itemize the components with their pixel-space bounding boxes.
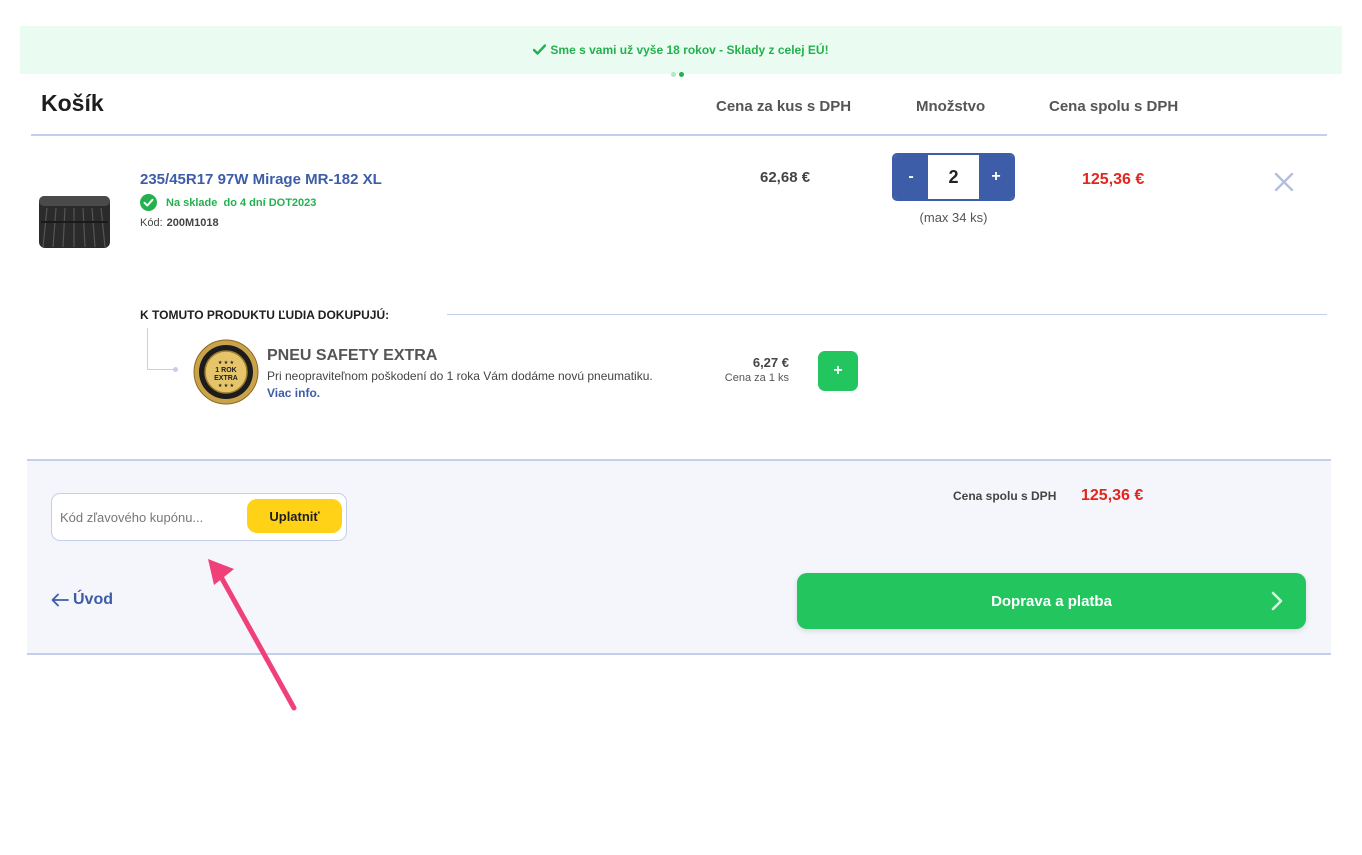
product-code-value: 200M1018 (166, 217, 219, 229)
quantity-decrease-button[interactable]: - (894, 155, 928, 199)
check-icon (533, 44, 547, 55)
column-header-total: Cena spolu s DPH (1049, 98, 1179, 115)
coupon-form: Uplatniť (51, 493, 347, 541)
banner-dot[interactable] (671, 72, 676, 77)
arrow-left-icon (51, 593, 69, 607)
banner-pagination (671, 64, 687, 82)
product-name-link[interactable]: 235/45R17 97W Mirage MR-182 XL (140, 171, 382, 188)
upsell-description: Pri neopraviteľnom poškodení do 1 roka V… (267, 369, 653, 383)
product-code-label: Kód: (140, 217, 163, 229)
tire-image[interactable] (37, 192, 112, 248)
promo-banner-text: Sme s vami už vyše 18 rokov - Sklady z c… (20, 43, 1342, 57)
tree-connector (147, 328, 148, 369)
safety-extra-badge: ★ ★ ★ 1 ROK EXTRA ★ ★ ★ (193, 339, 259, 405)
svg-text:★ ★ ★: ★ ★ ★ (218, 383, 235, 389)
chevron-right-icon (1271, 591, 1283, 611)
quantity-stepper: - + (892, 153, 1015, 201)
tree-connector-dot (173, 367, 178, 372)
column-header-unit-price: Cena za kus s DPH (716, 98, 852, 115)
promo-banner-message: Sme s vami už vyše 18 rokov - Sklady z c… (550, 43, 829, 57)
upsell-price: 6,27 € (752, 355, 789, 370)
column-header-quantity: Množstvo (916, 98, 986, 115)
page-title: Košík (41, 90, 104, 116)
cart-sum-value: 125,36 € (1081, 487, 1144, 504)
unit-price: 62,68 € (760, 169, 811, 186)
stock-status: Na sklade do 4 dní DOT2023 (140, 194, 316, 211)
quantity-increase-button[interactable]: + (979, 155, 1013, 199)
upsell-price-note: Cena za 1 ks (724, 372, 789, 384)
annotation-arrow-icon (208, 559, 297, 711)
badge-line1: 1 ROK (215, 367, 236, 374)
svg-text:★ ★ ★: ★ ★ ★ (218, 360, 235, 366)
product-code: Kód: 200M1018 (140, 217, 219, 229)
banner-dot-active[interactable] (679, 72, 684, 77)
shipping-payment-button[interactable]: Doprava a platba (797, 573, 1306, 629)
cart-sum-label: Cena spolu s DPH (953, 489, 1057, 503)
shipping-payment-label: Doprava a platba (991, 592, 1112, 610)
quantity-input[interactable] (928, 155, 979, 199)
more-info-link[interactable]: Viac info. (267, 386, 320, 400)
badge-line2: EXTRA (214, 375, 238, 382)
upsell-divider (447, 314, 1327, 315)
back-home-label: Úvod (73, 591, 113, 608)
tree-connector-horizontal (147, 369, 175, 370)
check-circle-icon (140, 194, 157, 211)
add-upsell-button[interactable]: + (818, 351, 858, 391)
stock-status-text: Na sklade do 4 dní DOT2023 (166, 196, 317, 209)
back-home-link[interactable]: Úvod (51, 591, 113, 609)
remove-item-close-icon[interactable] (1273, 171, 1295, 193)
upsell-product-name: PNEU SAFETY EXTRA (267, 347, 438, 364)
item-total-price: 125,36 € (1082, 171, 1145, 188)
apply-coupon-button[interactable]: Uplatniť (247, 499, 342, 533)
quantity-max-note: (max 34 ks) (919, 210, 988, 225)
upsell-section-title: K TOMUTO PRODUKTU ĽUDIA DOKUPUJÚ: (140, 308, 390, 322)
header-divider (31, 134, 1327, 136)
coupon-code-input[interactable] (60, 505, 240, 529)
